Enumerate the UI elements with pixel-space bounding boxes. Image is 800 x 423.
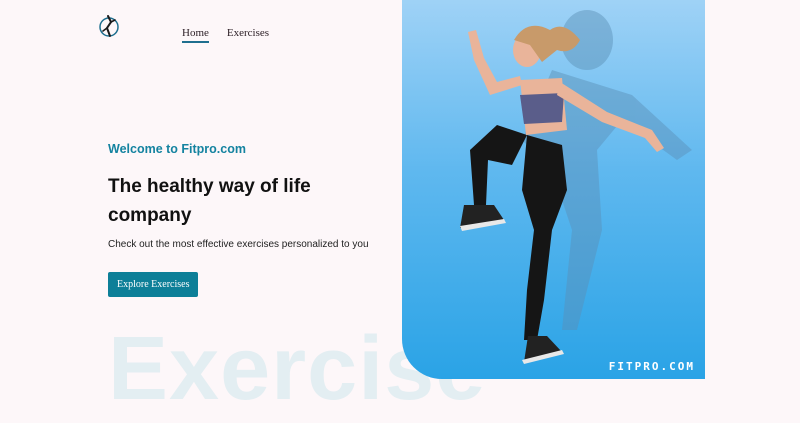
nav-exercises-link[interactable]: Exercises (227, 27, 269, 43)
runner-logo-icon[interactable] (98, 14, 120, 38)
hero-subtext: Check out the most effective exercises p… (108, 239, 369, 250)
brand-watermark: FITPRO.COM (608, 360, 695, 373)
explore-exercises-button[interactable]: Explore Exercises (108, 272, 199, 297)
hero-image: FITPRO.COM (402, 0, 705, 379)
hero-headline: The healthy way of life company (108, 176, 311, 226)
nav-home-link[interactable]: Home (182, 27, 209, 43)
welcome-text: Welcome to Fitpro.com (108, 142, 246, 156)
main-nav: Home Exercises (182, 27, 269, 43)
woman-jumping-illustration (460, 10, 692, 364)
